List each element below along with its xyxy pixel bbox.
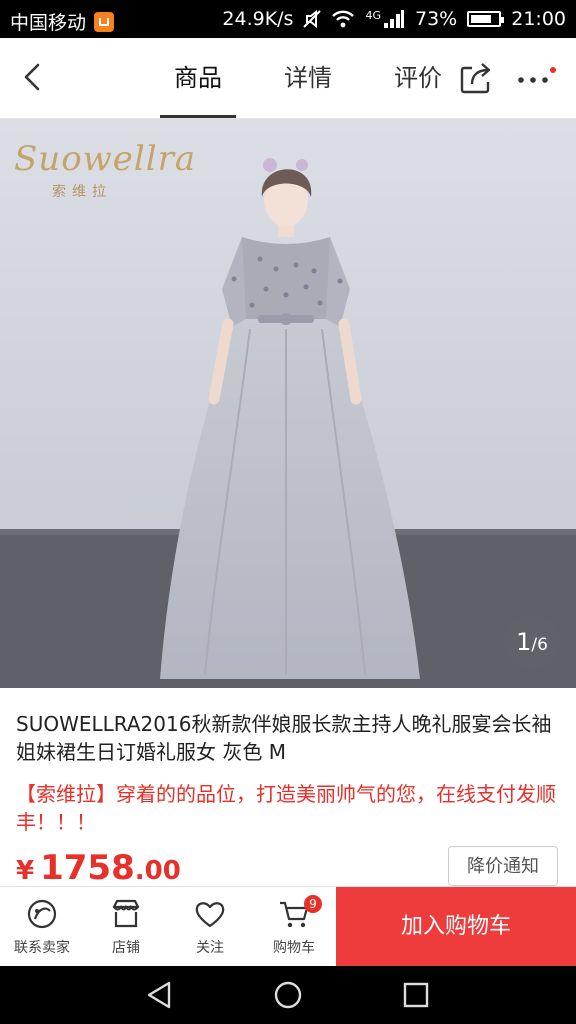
clock: 21:00 xyxy=(511,8,566,30)
image-counter: 1/6 xyxy=(504,614,560,670)
price: ¥1758.00 xyxy=(16,848,181,888)
network-type: 4G xyxy=(365,8,381,22)
cart-button[interactable]: 9 购物车 xyxy=(252,887,336,967)
network-speed: 24.9K/s xyxy=(222,8,294,30)
add-to-cart-button[interactable]: 加入购物车 xyxy=(336,887,576,967)
top-navigation: 商品 详情 评价 xyxy=(0,38,576,119)
carrier-label: 中国移动 xyxy=(10,12,87,34)
price-decimal: .00 xyxy=(134,856,181,886)
contact-seller-button[interactable]: 联系卖家 xyxy=(0,887,84,967)
bottom-action-bar: 联系卖家 店铺 关注 9 购物车 加入购物车 xyxy=(0,886,576,967)
wifi-icon xyxy=(332,10,355,28)
image-counter-current: 1 xyxy=(516,628,532,656)
tab-details[interactable]: 详情 xyxy=(270,38,346,118)
brand-watermark: Suowellra 索维拉 xyxy=(14,139,196,201)
more-options-icon[interactable] xyxy=(516,66,556,90)
product-photo xyxy=(0,119,576,688)
follow-button[interactable]: 关注 xyxy=(168,887,252,967)
status-bar: 中国移动 24.9K/s 4G 73% 21:00 xyxy=(0,0,576,38)
image-counter-total: /6 xyxy=(531,635,548,655)
nav-home-icon[interactable] xyxy=(273,980,303,1010)
price-integer: 1758 xyxy=(40,848,135,888)
app-notification-icon xyxy=(94,11,115,32)
nav-recents-icon[interactable] xyxy=(401,980,431,1010)
promo-text: 【索维拉】穿着的的品位，打造美丽帅气的您，在线支付发顺丰！！！ xyxy=(16,782,556,834)
back-arrow-icon[interactable] xyxy=(18,62,48,92)
price-drop-notify-button[interactable]: 降价通知 xyxy=(448,846,558,886)
price-symbol: ¥ xyxy=(16,856,35,886)
contact-seller-icon xyxy=(27,899,57,929)
brand-cn-text: 索维拉 xyxy=(52,184,112,200)
product-image-gallery[interactable]: Suowellra 索维拉 1/6 xyxy=(0,119,576,688)
mute-icon xyxy=(303,9,322,29)
signal-icon xyxy=(384,10,404,28)
tab-reviews[interactable]: 评价 xyxy=(380,38,456,118)
store-label: 店铺 xyxy=(112,940,140,956)
cart-label: 购物车 xyxy=(273,940,315,956)
nav-back-icon[interactable] xyxy=(145,980,175,1010)
share-icon[interactable] xyxy=(458,60,494,96)
follow-label: 关注 xyxy=(196,940,224,956)
contact-seller-label: 联系卖家 xyxy=(14,940,70,956)
system-navigation-bar xyxy=(0,966,576,1024)
brand-script-text: Suowellra xyxy=(14,139,197,179)
store-icon xyxy=(112,899,140,928)
battery-percent: 73% xyxy=(415,8,458,30)
tab-bar: 商品 详情 评价 xyxy=(160,38,456,118)
cart-count-badge: 9 xyxy=(304,895,322,913)
heart-icon xyxy=(195,902,225,928)
battery-icon xyxy=(467,11,505,27)
store-button[interactable]: 店铺 xyxy=(84,887,168,967)
tab-product[interactable]: 商品 xyxy=(160,38,236,118)
product-title: SUOWELLRA2016秋新款伴娘服长款主持人晚礼服宴会长袖姐妹裙生日订婚礼服… xyxy=(16,712,552,764)
